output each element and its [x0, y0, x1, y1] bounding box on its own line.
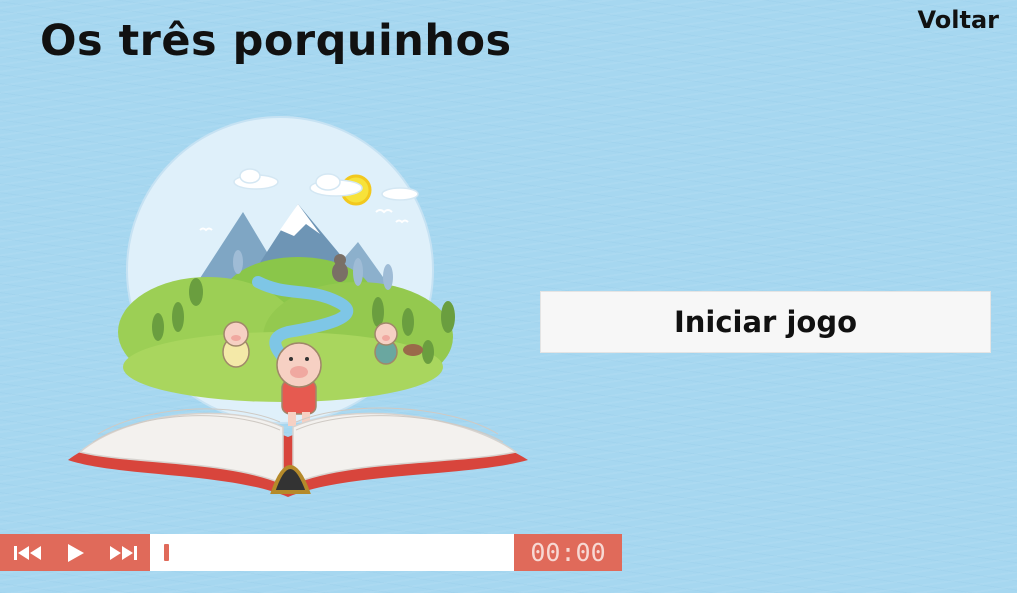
pig-right — [374, 322, 398, 365]
audio-player: 00:00 — [0, 534, 622, 571]
player-controls — [0, 534, 150, 571]
page-title: Os três porquinhos — [40, 16, 512, 66]
start-game-button[interactable]: Iniciar jogo — [540, 291, 991, 353]
pig-left — [222, 321, 250, 368]
fast-forward-button[interactable] — [103, 534, 143, 571]
rewind-icon — [13, 545, 41, 560]
progress-thumb[interactable] — [164, 544, 169, 561]
book — [68, 407, 528, 497]
play-icon — [68, 543, 84, 562]
play-button[interactable] — [55, 534, 95, 571]
progress-track[interactable] — [150, 534, 514, 571]
time-display: 00:00 — [514, 534, 622, 571]
rewind-button[interactable] — [8, 534, 48, 571]
storybook-illustration — [68, 116, 528, 497]
back-button[interactable]: Voltar — [918, 6, 999, 34]
fast-forward-icon — [109, 545, 137, 560]
